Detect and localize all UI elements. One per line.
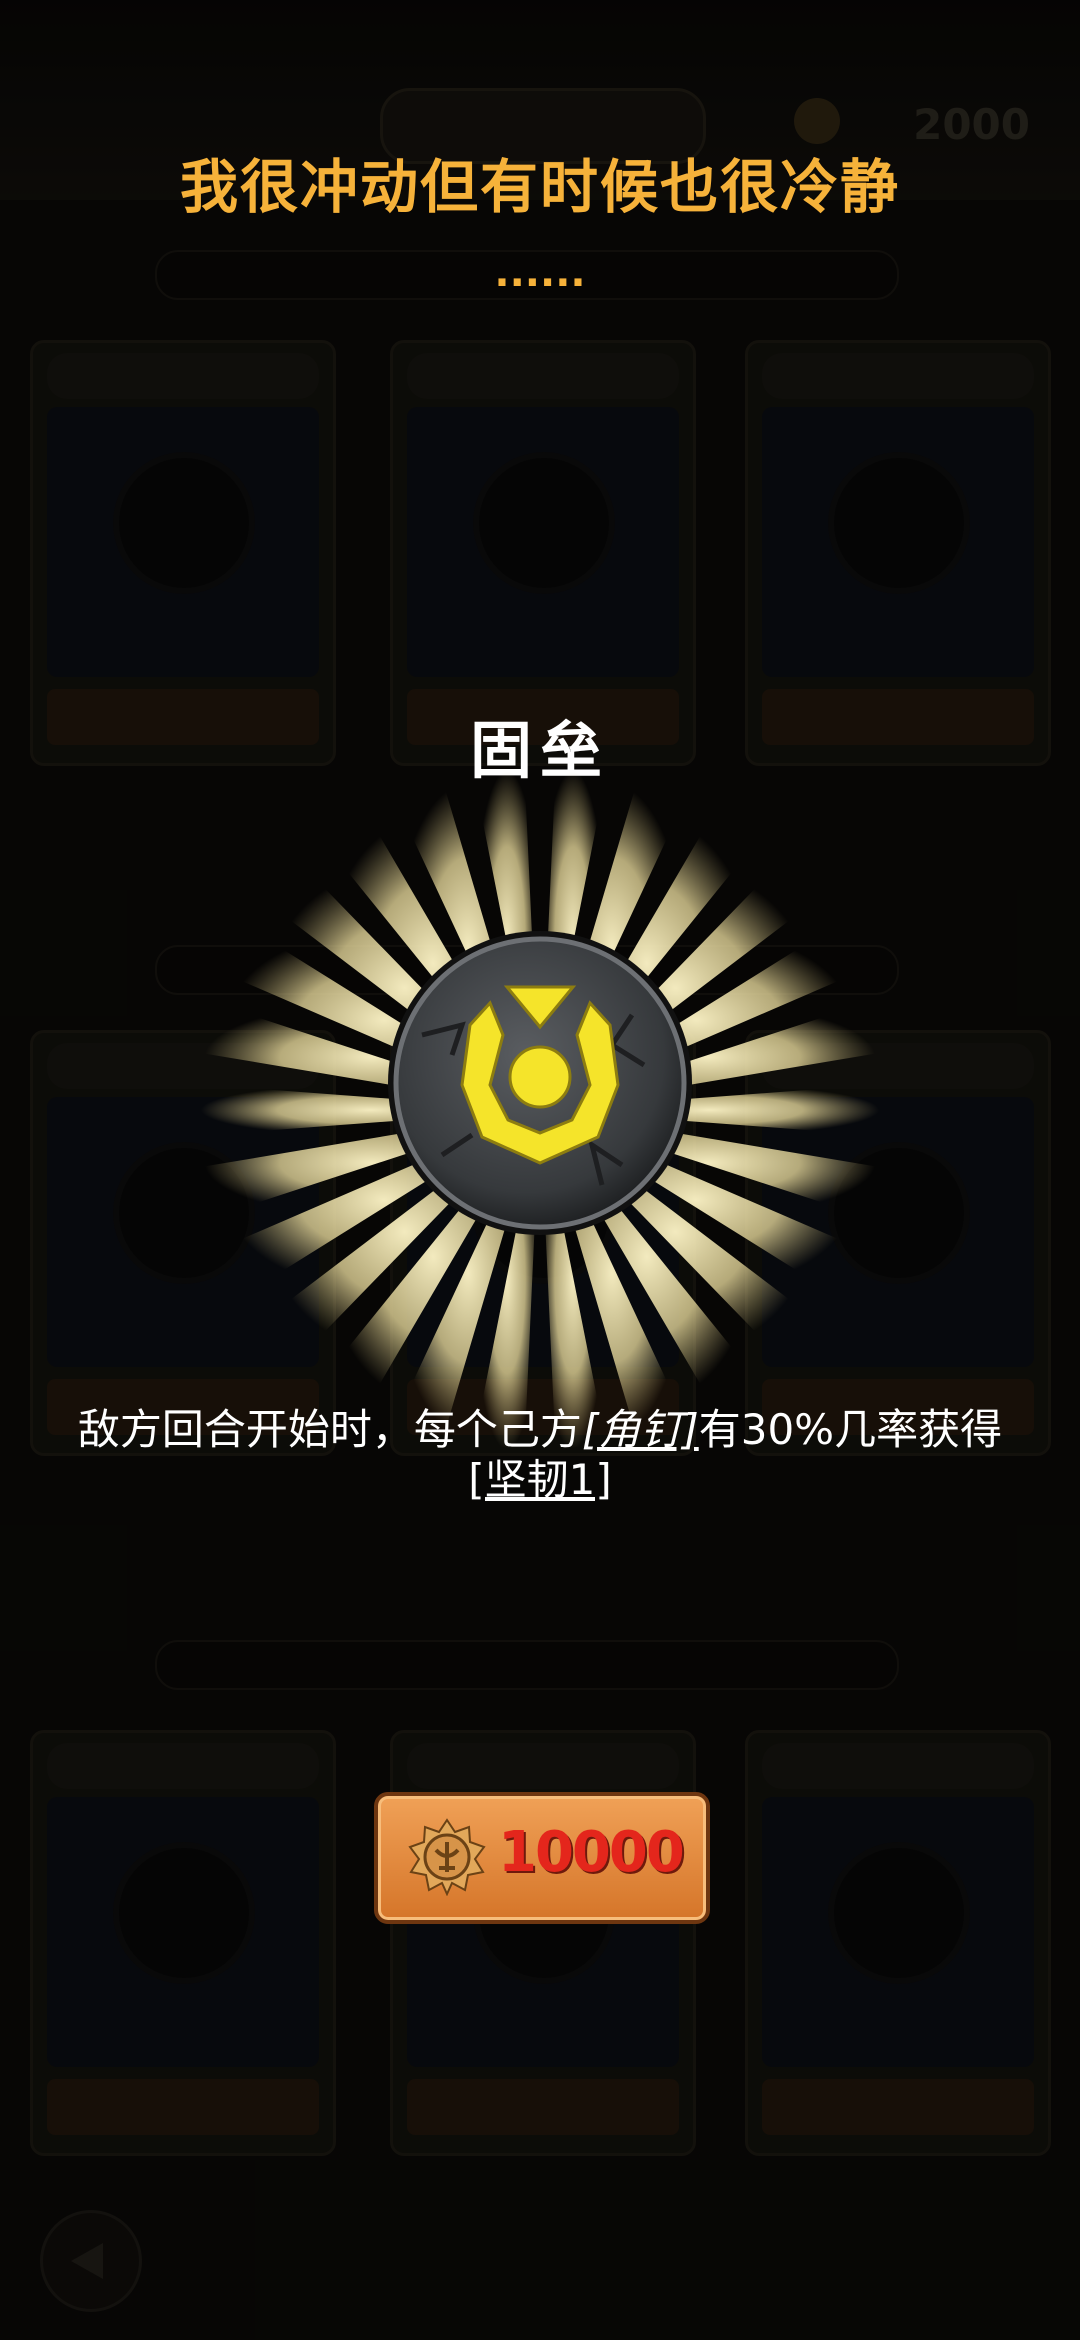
skill-description: 敌方回合开始时，每个己方[角钉]有30%几率获得 [坚韧1] <box>60 1405 1020 1505</box>
description-text: 敌方回合开始时，每个己方 <box>77 1405 582 1454</box>
keyword-link[interactable]: [角钉] <box>582 1405 699 1454</box>
shield-rune-icon <box>388 931 692 1235</box>
character-quote: 我很冲动但有时候也很冷静 <box>179 153 900 221</box>
description-text: 有30%几率获得 <box>698 1405 1003 1454</box>
purchase-button[interactable]: 10000 <box>374 1792 710 1924</box>
quote-ellipsis: ...... <box>494 250 586 296</box>
cost-value: 10000 <box>498 1820 685 1885</box>
medal-icon <box>408 1818 486 1896</box>
keyword-link[interactable]: [坚韧1] <box>468 1455 612 1504</box>
